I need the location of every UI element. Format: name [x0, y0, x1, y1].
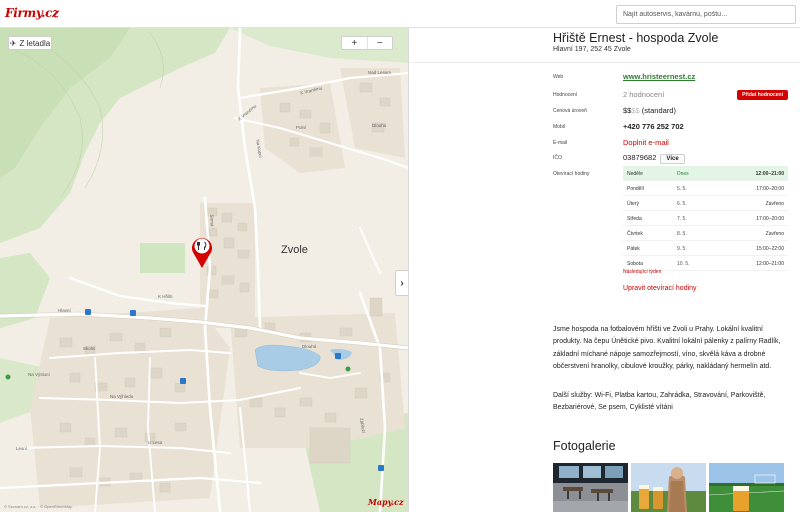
hours-date: 8. 5. [677, 231, 687, 237]
info-label: Hodnocení [553, 92, 578, 98]
hours-time: 17:00–20:00 [756, 216, 784, 222]
edit-hours-link[interactable]: Upravit otevírací hodiny [623, 285, 697, 292]
map-street-label: K Hřišti [158, 294, 173, 299]
price-text: (standard) [641, 106, 676, 115]
map-copyright: © Seznam.cz, a.s. · © OpenStreetMap [4, 504, 73, 509]
hours-row: Čtvrtek 8. 5. Zavřeno [623, 226, 788, 241]
hours-day: Středa [627, 216, 642, 222]
hours-date: 9. 5. [677, 246, 687, 252]
phone-number[interactable]: +420 776 252 702 [623, 122, 684, 131]
hours-day: Pondělí [627, 186, 644, 192]
website-link[interactable]: www.hristeernest.cz [623, 72, 695, 81]
business-description: Jsme hospoda na fotbalovém hřišti ve Zvo… [553, 326, 781, 370]
map-street-label: Dlouhá [372, 123, 387, 128]
hours-date: 7. 5. [677, 216, 687, 222]
hours-day: Neděle [627, 171, 643, 177]
hours-date: 5. 5. [677, 186, 687, 192]
gallery-photo-interior[interactable] [553, 463, 628, 512]
info-label: IČO [553, 155, 562, 161]
info-label: Otevírací hodiny [553, 171, 590, 177]
map-street-label: U Lesa [148, 440, 163, 445]
hours-date: Dnes [677, 171, 689, 177]
firmy-logo[interactable]: Firmy.cz [5, 6, 59, 20]
opening-hours-table: Neděle Dnes 12:00–21:00 Pondělí 5. 5. 17:00–… [623, 166, 788, 271]
chevron-right-icon: › [400, 277, 404, 289]
hours-time: 17:00–20:00 [756, 186, 784, 192]
hours-time: 12:00–21:00 [756, 261, 784, 267]
aerial-view-label: Z letadla [19, 38, 51, 48]
gallery-heading: Fotogalerie [553, 439, 616, 453]
hours-row: Neděle Dnes 12:00–21:00 [623, 166, 788, 181]
ico-value: 03879682 Více [623, 153, 685, 164]
map-street-label: Skolní [83, 346, 96, 351]
restaurant-pin-icon[interactable] [190, 235, 214, 269]
hours-row: Středa 7. 5. 17:00–20:00 [623, 211, 788, 226]
mapy-logo[interactable]: Mapy.cz [368, 497, 404, 507]
zoom-controls: + − [341, 36, 393, 50]
hours-time: 12:00–21:00 [755, 171, 784, 177]
top-bar: Firmy.cz [0, 0, 800, 28]
map-street-label: Na Výsluní [28, 372, 50, 377]
services-list: Další služby: Wi-Fi, Platba kartou, Zahr… [553, 392, 766, 412]
price-inactive: $$ [631, 106, 640, 115]
map-canvas[interactable] [0, 28, 409, 512]
info-label: Web [553, 74, 564, 80]
hours-day: Čtvrtek [627, 231, 643, 237]
hours-row: Pondělí 5. 5. 17:00–20:00 [623, 181, 788, 196]
zoom-in-button[interactable]: + [342, 37, 367, 49]
price-level: $$$$ (standard) [623, 106, 676, 115]
map-street-label: Strmá [209, 214, 215, 227]
hours-time: 15:00–22:00 [756, 246, 784, 252]
info-label: Mobil [553, 124, 565, 130]
map-street-label: Polní [296, 125, 307, 130]
hours-row: Pátek 9. 5. 15:00–22:00 [623, 241, 788, 256]
map-street-label: Lesní [16, 446, 28, 451]
zoom-out-button[interactable]: − [366, 37, 393, 49]
gallery-photo-beer[interactable] [631, 463, 706, 512]
add-email-link[interactable]: Doplnit e-mail [623, 138, 669, 147]
business-title: Hřiště Ernest - hospoda Zvole [553, 31, 719, 45]
add-rating-button[interactable]: Přidat hodnocení [737, 90, 788, 100]
business-detail-panel: Hřiště Ernest - hospoda Zvole Hlavní 197… [410, 28, 800, 512]
search-input[interactable] [616, 5, 796, 24]
hours-day: Pátek [627, 246, 640, 252]
hours-time: Zavřeno [765, 201, 784, 207]
collapse-map-button[interactable]: › [395, 270, 408, 296]
info-label: E-mail [553, 140, 568, 146]
info-label: Cenová úroveň [553, 108, 587, 114]
map-street-label: Dlouhá [302, 344, 317, 349]
hours-row: Úterý 6. 5. Zavřeno [623, 196, 788, 211]
hours-time: Zavřeno [765, 231, 784, 237]
plane-icon: ✈ [9, 38, 17, 48]
more-button[interactable]: Více [660, 154, 685, 164]
hours-date: 10. 5. [677, 261, 690, 267]
map-street-label: Hlavní [58, 308, 71, 313]
ico-number: 03879682 [623, 153, 657, 162]
map-street-label: Na Výhledu [110, 394, 134, 399]
business-address: Hlavní 197, 252 45 Zvole [553, 46, 631, 53]
map-view[interactable]: Zvole Nad Lesem K Vranému K Vranému Na K… [0, 28, 409, 512]
gallery-photo-pitch[interactable] [709, 463, 784, 512]
map-town-label: Zvole [281, 244, 308, 256]
map-street-label: Nad Lesem [368, 70, 392, 75]
aerial-view-button[interactable]: ✈ Z letadla [8, 36, 52, 50]
hours-day: Úterý [627, 201, 639, 207]
hours-date: 6. 5. [677, 201, 687, 207]
next-week-link[interactable]: Následující týden [623, 269, 661, 275]
rating-count[interactable]: 2 hodnocení [623, 90, 664, 99]
hours-day: Sobota [627, 261, 643, 267]
divider [410, 62, 800, 63]
